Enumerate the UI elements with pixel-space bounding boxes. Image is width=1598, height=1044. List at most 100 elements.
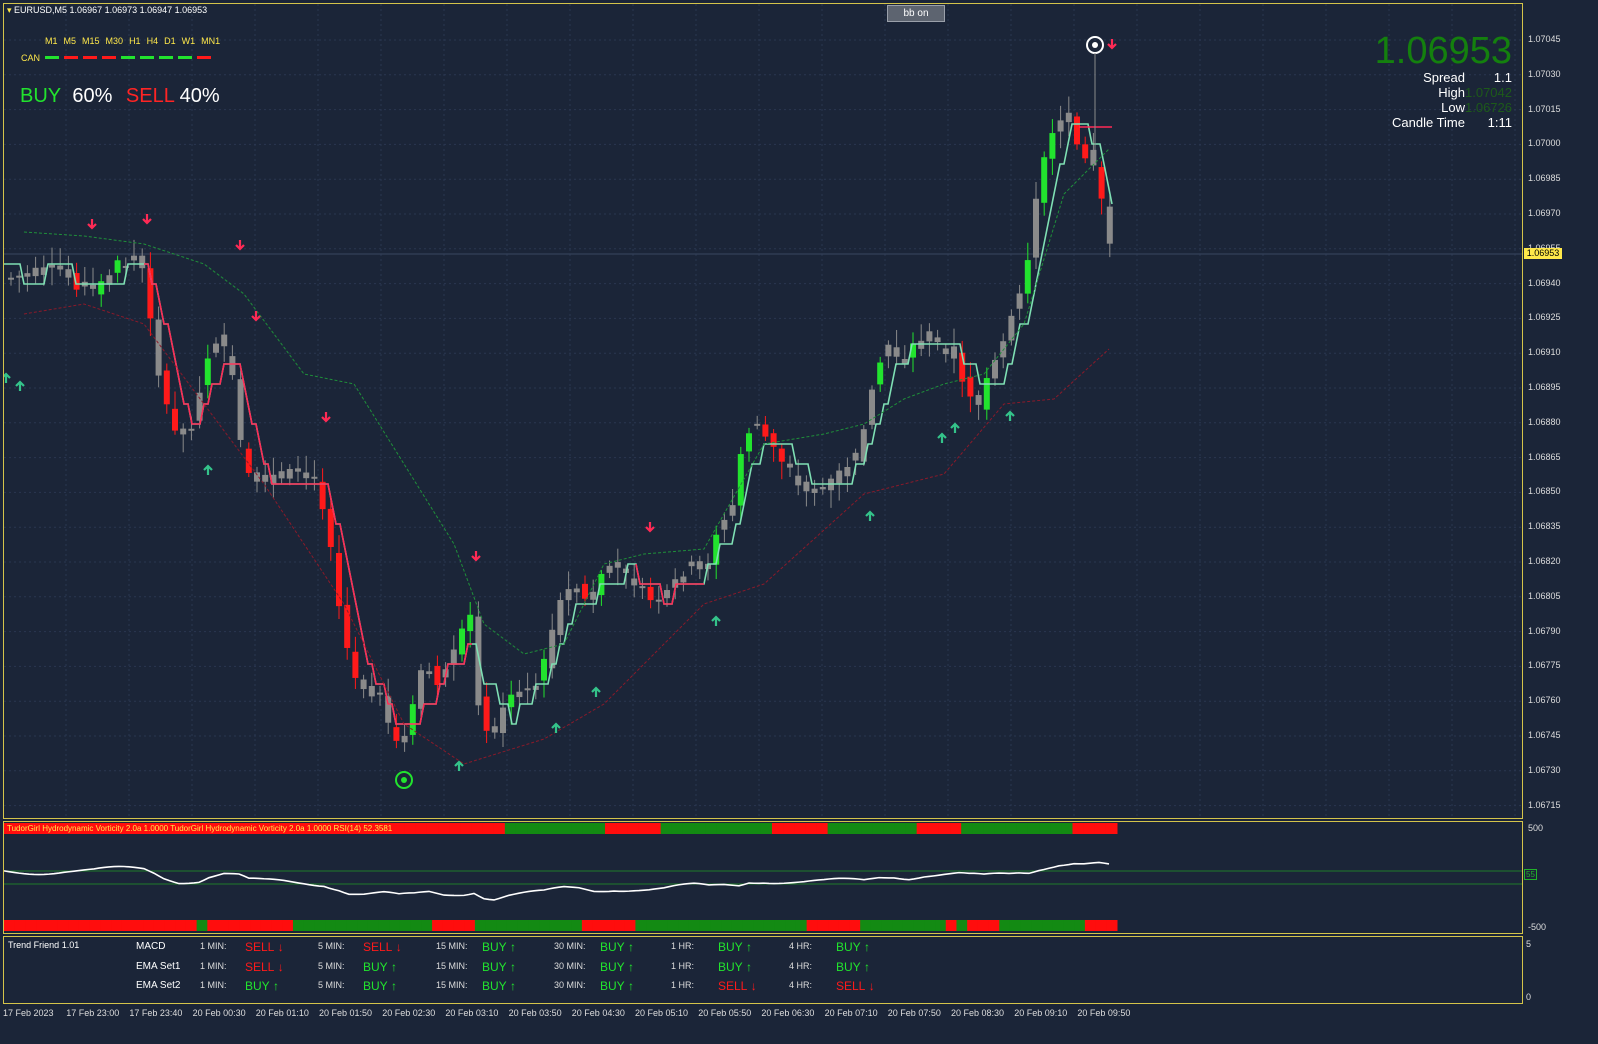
histogram-cell [1039, 823, 1051, 834]
time-tick-label: 20 Feb 01:10 [255, 1008, 309, 1018]
histogram-cell [872, 823, 884, 834]
candle-body [237, 379, 244, 440]
histogram-cell [100, 920, 112, 931]
timeframe-d1[interactable]: D1 [164, 36, 176, 46]
histogram-cell [977, 920, 990, 931]
candle-body [918, 340, 925, 349]
timeframe-m5[interactable]: M5 [64, 36, 77, 46]
histogram-cell [817, 920, 829, 931]
candle-body [647, 586, 654, 601]
candle-body [573, 588, 580, 593]
candle-body [450, 649, 457, 665]
timeframe-w1[interactable]: W1 [182, 36, 196, 46]
candle-body [434, 665, 441, 686]
rsi-caption: RSI(14) 52.3581 [333, 824, 393, 833]
trend-timeframe-label: 1 HR: [671, 960, 695, 971]
histogram-cell [471, 823, 484, 834]
timeframe-h1[interactable]: H1 [129, 36, 141, 46]
histogram-cell [721, 920, 733, 931]
trend-timeframe-label: 1 HR: [671, 941, 695, 951]
trend-friend-title: Trend Friend 1.01 [8, 940, 80, 950]
candle-body [213, 343, 219, 353]
histogram-cell [760, 823, 773, 834]
trend-axis-top: 5 [1526, 939, 1532, 949]
price-tick-label: 1.06835 [1528, 521, 1561, 532]
candle-body [926, 331, 933, 342]
histogram-cell [838, 823, 851, 834]
timeframe-m30[interactable]: M30 [106, 36, 124, 46]
candle-body [787, 463, 793, 468]
histogram-cell [314, 920, 326, 931]
candle-body [491, 726, 498, 733]
collapse-icon[interactable]: ▾ [7, 5, 12, 15]
histogram-cell [581, 920, 594, 931]
histogram-cell [950, 823, 962, 834]
candle-body [721, 519, 728, 530]
histogram-cell [549, 823, 561, 834]
histogram-cell [763, 920, 776, 931]
histogram-cell [515, 823, 528, 834]
candle-body [655, 599, 662, 602]
histogram-cell [1020, 920, 1032, 931]
timeframe-mn1[interactable]: MN1 [201, 36, 220, 46]
histogram-cell [806, 920, 818, 931]
histogram-cell [678, 920, 690, 931]
histogram-cell [196, 920, 208, 931]
histogram-cell [143, 920, 155, 931]
trend-signal-label: SELL [245, 959, 275, 974]
histogram-cell [649, 823, 662, 834]
bb-button[interactable]: bb on [887, 5, 945, 22]
trend-signal-label: SELL [363, 940, 393, 954]
histogram-cell [699, 920, 711, 931]
candle-body [516, 691, 523, 698]
price-tick-label: 1.07000 [1528, 138, 1561, 149]
arrow-down-icon: ↓ [865, 979, 875, 993]
histogram-cell [945, 920, 957, 931]
candle-body [483, 696, 490, 731]
histogram-cell [493, 823, 506, 834]
candle-body [204, 358, 211, 386]
candle-body [664, 590, 670, 599]
candle-body [163, 370, 170, 405]
histogram-cell [389, 920, 401, 931]
histogram-cell [292, 920, 305, 931]
histogram-cell [638, 823, 651, 834]
histogram-cell [913, 920, 925, 931]
price-tick-label: 1.06910 [1528, 347, 1561, 358]
time-axis[interactable]: 17 Feb 2023 17 Feb 23:00 17 Feb 23:40 20 Fe… [0, 1004, 1598, 1044]
candle-body [885, 344, 892, 357]
candle-body [893, 347, 900, 357]
timeframe-m15[interactable]: M15 [82, 36, 100, 46]
buy-arrow-icon [937, 432, 947, 443]
price-tick-label: 1.06745 [1528, 730, 1561, 740]
trend-signal-label: BUY [363, 959, 388, 974]
price-chart[interactable] [4, 4, 1522, 818]
rsi-chart[interactable] [4, 822, 1522, 933]
price-tick-label: 1.06865 [1528, 451, 1561, 462]
price-tick-label: 1.06940 [1528, 277, 1561, 288]
arrow-up-icon: ↑ [742, 959, 753, 974]
timeframe-m1[interactable]: M1 [45, 36, 58, 46]
arrow-down-icon: ↓ [392, 940, 402, 954]
candle-body [590, 591, 597, 600]
lower-band [23, 303, 1110, 765]
histogram-cell [816, 823, 829, 834]
trend-friend-panel[interactable] [3, 936, 1523, 1004]
candle-body [459, 628, 465, 655]
trend-timeframe-label: 30 MIN: [554, 941, 586, 951]
price-tick-label: 1.06790 [1528, 625, 1561, 636]
histogram-cell [924, 920, 936, 931]
price-tick-label: 1.06775 [1528, 660, 1561, 671]
histogram-cell [1050, 823, 1062, 834]
timeframe-h4[interactable]: H4 [147, 36, 159, 46]
histogram-cell [474, 920, 487, 931]
histogram-cell [367, 920, 380, 931]
candle-body [500, 707, 506, 734]
histogram-cell [438, 823, 450, 834]
arrow-up-icon: ↑ [387, 959, 398, 974]
candle-body [65, 269, 72, 278]
time-tick-label: 17 Feb 2023 [3, 1008, 54, 1018]
trend-signal-buy: BUY ↑ [600, 979, 634, 993]
low-label: Low [1441, 100, 1465, 115]
spread-value: 1.1 [1493, 70, 1512, 85]
